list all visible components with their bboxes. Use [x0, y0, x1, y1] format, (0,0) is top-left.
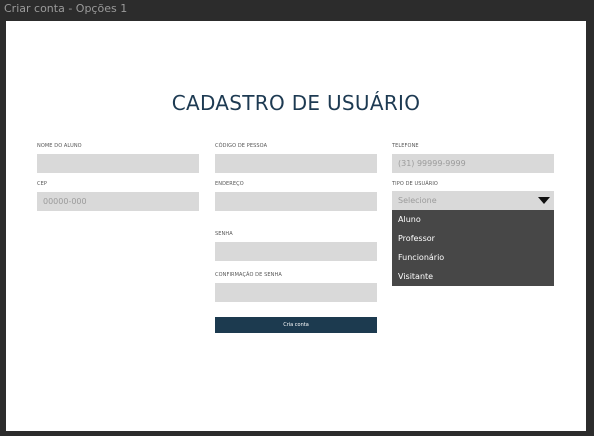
page-title: CADASTRO DE USUÁRIO [171, 91, 421, 115]
create-account-button[interactable]: Cria conta [215, 317, 377, 333]
nome-label: NOME DO ALUNO [37, 143, 82, 149]
window-title: Criar conta - Opções 1 [4, 2, 128, 15]
endereco-input[interactable] [215, 192, 377, 211]
telefone-label: TELEFONE [392, 143, 419, 149]
senha-input[interactable] [215, 242, 377, 261]
endereco-label: ENDEREÇO [215, 181, 244, 187]
cep-label: CEP [37, 181, 47, 187]
codigo-label: CÓDIGO DE PESSOA [215, 143, 268, 149]
telefone-input[interactable]: (31) 99999-9999 [392, 154, 554, 173]
confirmacao-label: CONFIRMAÇÃO DE SENHA [215, 272, 282, 278]
tipo-option-funcionario[interactable]: Funcionário [392, 248, 554, 267]
cep-input[interactable]: 00000-000 [37, 192, 199, 211]
tipo-label: TIPO DE USUÁRIO [392, 181, 438, 187]
confirmacao-input[interactable] [215, 283, 377, 302]
tipo-dropdown-menu: Aluno Professor Funcionário Visitante [392, 210, 554, 286]
tipo-option-visitante[interactable]: Visitante [392, 267, 554, 286]
codigo-input[interactable] [215, 154, 377, 173]
caret-down-icon [538, 197, 550, 204]
tipo-select-value: Selecione [398, 196, 437, 205]
senha-label: SENHA [215, 231, 233, 237]
tipo-option-aluno[interactable]: Aluno [392, 210, 554, 229]
tipo-select[interactable]: Selecione [392, 191, 554, 210]
tipo-option-professor[interactable]: Professor [392, 229, 554, 248]
nome-input[interactable] [37, 154, 199, 173]
form-canvas: CADASTRO DE USUÁRIO NOME DO ALUNO CEP 00… [6, 21, 586, 431]
